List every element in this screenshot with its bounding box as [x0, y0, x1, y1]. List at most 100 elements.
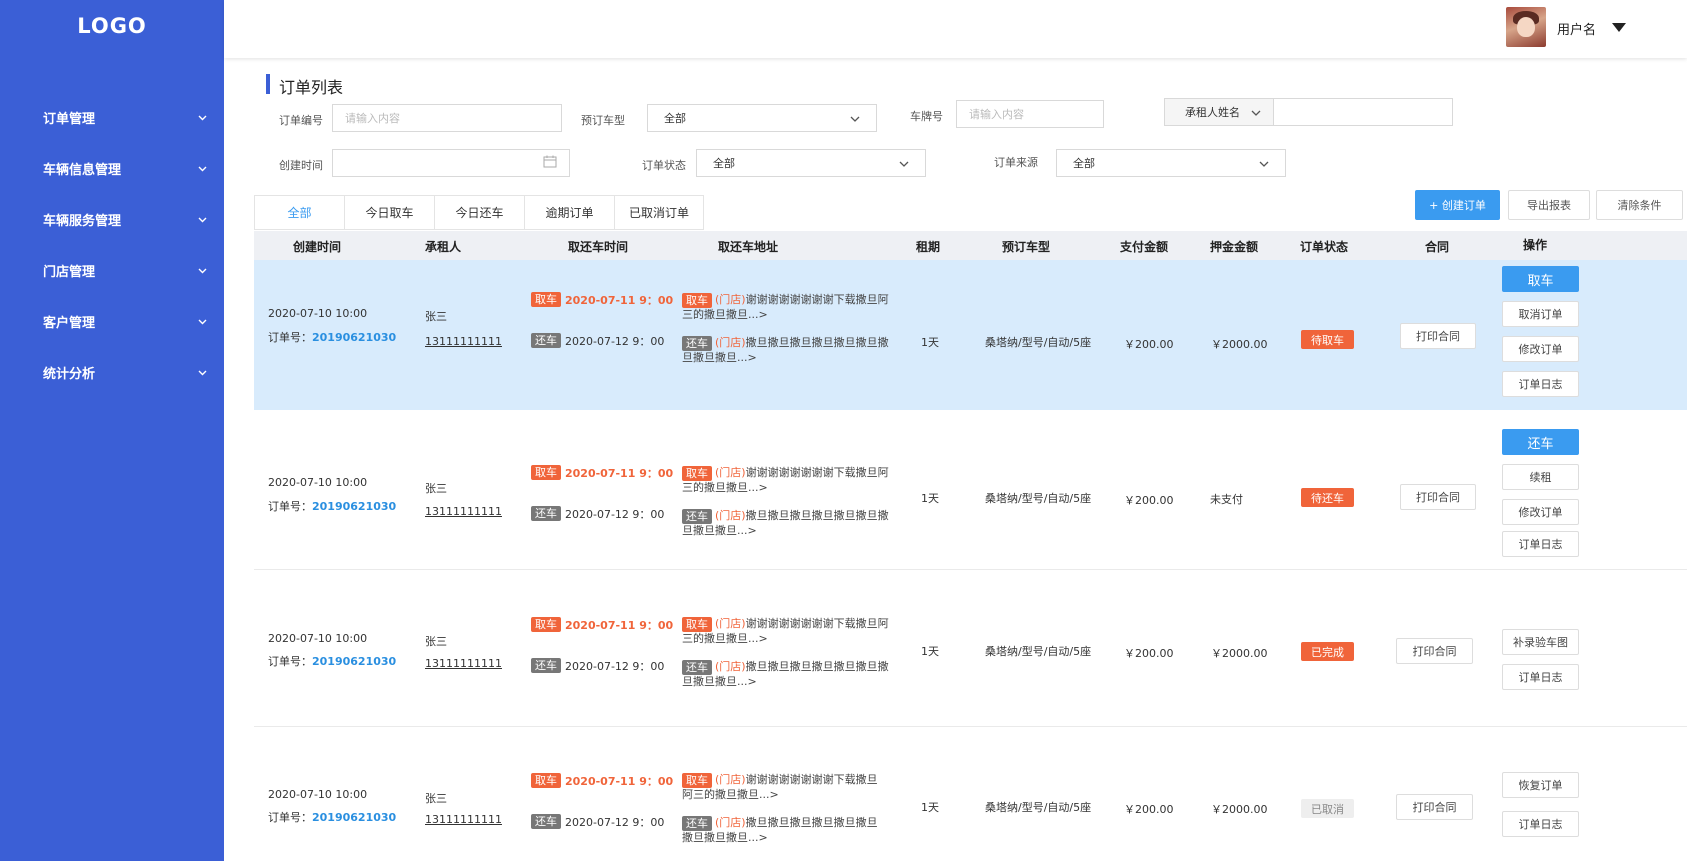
car-type-value: 全部: [664, 112, 686, 125]
tab-today-pickup[interactable]: 今日取车: [344, 195, 434, 230]
sidebar-item-label: 门店管理: [43, 265, 96, 280]
sidebar-item-vehicle-service[interactable]: 车辆服务管理: [0, 194, 224, 245]
deposit-amount: ￥2000.00: [1211, 338, 1268, 351]
page-title: 订单列表: [279, 78, 344, 97]
tab-today-return[interactable]: 今日还车: [434, 195, 524, 230]
chevron-down-icon: [196, 214, 208, 226]
renter-phone[interactable]: 13111111111: [425, 335, 502, 348]
rental-period: 1天: [921, 801, 939, 814]
renter-phone[interactable]: 13111111111: [425, 657, 502, 670]
renter-phone[interactable]: 13111111111: [425, 813, 502, 826]
return-tag: 还车: [682, 660, 712, 675]
order-log-button[interactable]: 订单日志: [1502, 371, 1579, 397]
export-report-button[interactable]: 导出报表: [1508, 190, 1590, 220]
pickup-address[interactable]: 取车 (门店)谢谢谢谢谢谢谢谢下载撒旦阿三的撒旦撒旦...>: [682, 466, 897, 494]
clear-filters-button[interactable]: 清除条件: [1596, 190, 1683, 220]
car-model: 桑塔纳/型号/自动/5座: [985, 801, 1092, 814]
status-value: 全部: [713, 157, 735, 170]
return-button[interactable]: 还车: [1502, 429, 1579, 455]
order-no: 订单号：20190621030: [268, 811, 397, 824]
renter-name: 张三: [425, 792, 447, 805]
renter-field-value: 承租人姓名: [1185, 106, 1240, 119]
return-address[interactable]: 还车 (门店)撒旦撒旦撒旦撒旦撒旦撒旦撒旦撒旦撒旦...>: [682, 509, 897, 537]
order-no-label: 订单编号: [279, 114, 323, 127]
pay-amount: ￥200.00: [1124, 803, 1174, 816]
caret-down-icon[interactable]: [1612, 21, 1626, 35]
pickup-tag: 取车: [531, 773, 561, 788]
order-no: 订单号：20190621030: [268, 655, 397, 668]
order-no-input[interactable]: 请输入内容: [332, 104, 562, 132]
created-date-input[interactable]: [332, 149, 570, 177]
tab-all[interactable]: 全部: [254, 195, 344, 230]
print-contract-button[interactable]: 打印合同: [1400, 484, 1476, 510]
pickup-button[interactable]: 取车: [1502, 266, 1579, 292]
column-header: 订单状态: [1299, 240, 1349, 254]
cancel-order-button[interactable]: 取消订单: [1502, 301, 1579, 327]
created-time: 2020-07-10 10:00: [268, 476, 368, 489]
logo: LOGO: [77, 14, 147, 38]
order-no: 订单号：20190621030: [268, 500, 397, 513]
pickup-tag: 取车: [682, 466, 712, 481]
created-label: 创建时间: [279, 159, 323, 172]
tab-cancelled[interactable]: 已取消订单: [614, 195, 704, 230]
return-time: 还车 2020-07-12 9：00: [531, 333, 664, 349]
column-header: 支付金额: [1119, 240, 1169, 254]
car-type-select[interactable]: 全部: [647, 104, 877, 132]
order-log-button[interactable]: 订单日志: [1502, 664, 1579, 690]
pickup-time: 取车 2020-07-11 9：00: [531, 773, 673, 789]
chevron-down-icon: [196, 112, 208, 124]
username[interactable]: 用户名: [1557, 19, 1596, 38]
order-log-button[interactable]: 订单日志: [1502, 531, 1579, 557]
pickup-address[interactable]: 取车 (门店)谢谢谢谢谢谢谢谢下载撒旦阿三的撒旦撒旦...>: [682, 773, 887, 801]
car-model: 桑塔纳/型号/自动/5座: [985, 336, 1092, 349]
sidebar-item-stores[interactable]: 门店管理: [0, 245, 224, 296]
rental-period: 1天: [921, 492, 939, 505]
pay-amount: ￥200.00: [1124, 494, 1174, 507]
created-time: 2020-07-10 10:00: [268, 307, 368, 320]
sidebar-item-vehicle-info[interactable]: 车辆信息管理: [0, 143, 224, 194]
plate-input[interactable]: 请输入内容: [956, 100, 1104, 128]
return-address[interactable]: 还车 (门店)撒旦撒旦撒旦撒旦撒旦撒旦撒旦撒旦撒旦...>: [682, 336, 897, 364]
return-address[interactable]: 还车 (门店)撒旦撒旦撒旦撒旦撒旦撒旦撒旦撒旦撒旦...>: [682, 660, 897, 688]
car-type-label: 预订车型: [581, 114, 625, 127]
status-select[interactable]: 全部: [696, 149, 926, 177]
deposit-amount: ￥2000.00: [1211, 803, 1268, 816]
chevron-down-icon: [1259, 157, 1269, 170]
print-contract-button[interactable]: 打印合同: [1400, 323, 1476, 349]
print-contract-button[interactable]: 打印合同: [1396, 794, 1473, 820]
source-select[interactable]: 全部: [1056, 149, 1286, 177]
sidebar-item-orders[interactable]: 订单管理: [0, 92, 224, 143]
order-log-button[interactable]: 订单日志: [1502, 811, 1579, 837]
print-contract-button[interactable]: 打印合同: [1396, 638, 1473, 664]
status-badge: 待还车: [1301, 488, 1354, 507]
sidebar-item-customers[interactable]: 客户管理: [0, 296, 224, 347]
status-badge: 已完成: [1301, 642, 1354, 661]
created-time: 2020-07-10 10:00: [268, 632, 368, 645]
sidebar-item-analytics[interactable]: 统计分析: [0, 347, 224, 398]
avatar[interactable]: [1506, 7, 1546, 47]
pickup-tag: 取车: [682, 773, 712, 788]
renter-name-input[interactable]: [1273, 98, 1453, 126]
pickup-address[interactable]: 取车 (门店)谢谢谢谢谢谢谢谢下载撒旦阿三的撒旦撒旦...>: [682, 293, 897, 321]
column-header: 取还车时间: [567, 240, 629, 254]
add-inspection-photos-button[interactable]: 补录验车图: [1502, 629, 1579, 655]
return-address[interactable]: 还车 (门店)撒旦撒旦撒旦撒旦撒旦撒旦撒旦撒旦撒旦...>: [682, 816, 887, 844]
calendar-icon: [543, 155, 557, 171]
pay-amount: ￥200.00: [1124, 338, 1174, 351]
renew-button[interactable]: 续租: [1502, 464, 1579, 490]
tab-overdue[interactable]: 逾期订单: [524, 195, 614, 230]
renter-field-select[interactable]: 承租人姓名: [1164, 98, 1274, 126]
restore-order-button[interactable]: 恢复订单: [1502, 772, 1579, 798]
column-header: 承租人: [424, 240, 462, 254]
column-header: 预订车型: [1001, 240, 1051, 254]
chevron-down-icon: [196, 265, 208, 277]
pickup-time: 取车 2020-07-11 9：00: [531, 465, 673, 481]
sidebar-item-label: 车辆服务管理: [43, 214, 122, 229]
pickup-address[interactable]: 取车 (门店)谢谢谢谢谢谢谢谢下载撒旦阿三的撒旦撒旦...>: [682, 617, 897, 645]
edit-order-button[interactable]: 修改订单: [1502, 336, 1579, 362]
create-order-button[interactable]: + 创建订单: [1415, 190, 1500, 220]
renter-phone[interactable]: 13111111111: [425, 505, 502, 518]
status-badge: 待取车: [1301, 330, 1354, 349]
renter-name: 张三: [425, 310, 447, 323]
edit-order-button[interactable]: 修改订单: [1502, 499, 1579, 525]
